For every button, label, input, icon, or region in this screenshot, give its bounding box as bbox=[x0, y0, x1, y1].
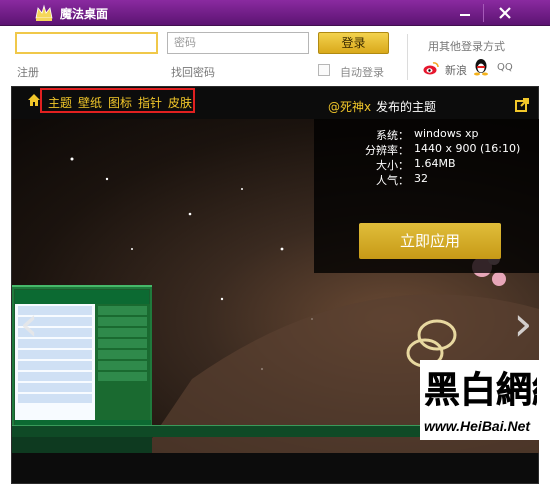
close-icon bbox=[499, 7, 511, 19]
weibo-label[interactable]: 新浪 bbox=[445, 62, 467, 78]
login-button[interactable]: 登录 bbox=[318, 32, 389, 54]
tab-theme[interactable]: 主题 bbox=[48, 94, 72, 111]
crown-logo-icon bbox=[35, 4, 53, 21]
xp-taskbar-thumb bbox=[12, 437, 152, 453]
title-separator bbox=[483, 4, 484, 22]
auto-login-label: 自动登录 bbox=[340, 66, 384, 79]
minimize-button[interactable] bbox=[452, 4, 478, 22]
tab-skin[interactable]: 皮肤 bbox=[168, 94, 192, 111]
xp-row bbox=[98, 361, 147, 370]
resolution-value: 1440 x 900 (16:10) bbox=[414, 142, 521, 155]
xp-row bbox=[98, 306, 147, 315]
xp-row bbox=[18, 361, 92, 370]
watermark: 黑白網絡 www.HeiBai.Net bbox=[420, 360, 539, 440]
system-key: 系统： bbox=[376, 129, 409, 142]
size-value: 1.64MB bbox=[414, 157, 456, 170]
xp-row bbox=[98, 317, 147, 326]
tab-icon[interactable]: 图标 bbox=[108, 94, 132, 111]
divider bbox=[407, 34, 408, 80]
xp-row bbox=[98, 350, 147, 359]
tab-wallpaper[interactable]: 壁纸 bbox=[78, 94, 102, 111]
app-title: 魔法桌面 bbox=[60, 7, 109, 21]
password-input[interactable]: 密码 bbox=[167, 32, 309, 54]
xp-row bbox=[98, 372, 147, 381]
xp-row bbox=[18, 394, 92, 403]
minimize-icon bbox=[460, 14, 470, 16]
close-button[interactable] bbox=[492, 4, 518, 22]
theme-info-box: 系统： windows xp 分辨率： 1440 x 900 (16:10) 大… bbox=[314, 119, 539, 273]
register-link[interactable]: 注册 bbox=[17, 64, 39, 80]
apply-now-button[interactable]: 立即应用 bbox=[359, 223, 501, 259]
publish-label: 发布的主题 bbox=[376, 100, 437, 114]
tab-cursor[interactable]: 指针 bbox=[138, 94, 162, 111]
previous-arrow-icon[interactable]: ‹ bbox=[16, 294, 42, 354]
other-login-label: 用其他登录方式 bbox=[428, 40, 505, 53]
author-name[interactable]: @死神x bbox=[328, 98, 371, 115]
auto-login-checkbox[interactable] bbox=[318, 64, 330, 76]
login-strip: 密码 登录 用其他登录方式 注册 找回密码 自动登录 新浪 QQ bbox=[0, 26, 550, 86]
size-key: 大小： bbox=[376, 159, 409, 172]
resolution-key: 分辨率： bbox=[365, 144, 409, 157]
system-value: windows xp bbox=[414, 127, 479, 140]
qq-penguin-icon[interactable] bbox=[473, 58, 489, 76]
popularity-key: 人气： bbox=[376, 174, 409, 187]
xp-row bbox=[98, 339, 147, 348]
find-password-link[interactable]: 找回密码 bbox=[171, 64, 215, 80]
svg-text:黑白網絡: 黑白網絡 bbox=[424, 370, 537, 410]
next-arrow-icon[interactable]: › bbox=[510, 294, 536, 354]
category-nav: 主题 壁纸 图标 指针 皮肤 bbox=[40, 88, 195, 113]
popularity-value: 32 bbox=[414, 172, 428, 185]
username-input[interactable] bbox=[15, 32, 158, 54]
xp-row bbox=[98, 328, 147, 337]
xp-row bbox=[18, 383, 92, 392]
title-bar: 魔法桌面 bbox=[0, 0, 550, 26]
xp-menu-right bbox=[95, 304, 150, 422]
weibo-icon[interactable] bbox=[423, 60, 439, 76]
qq-label[interactable]: QQ bbox=[497, 62, 513, 73]
watermark-logo: 黑白網絡 bbox=[424, 370, 537, 410]
theme-heading: @死神x 发布的主题 bbox=[314, 87, 539, 119]
home-icon[interactable] bbox=[27, 93, 41, 107]
watermark-url: www.HeiBai.Net bbox=[424, 418, 531, 434]
xp-row bbox=[18, 372, 92, 381]
